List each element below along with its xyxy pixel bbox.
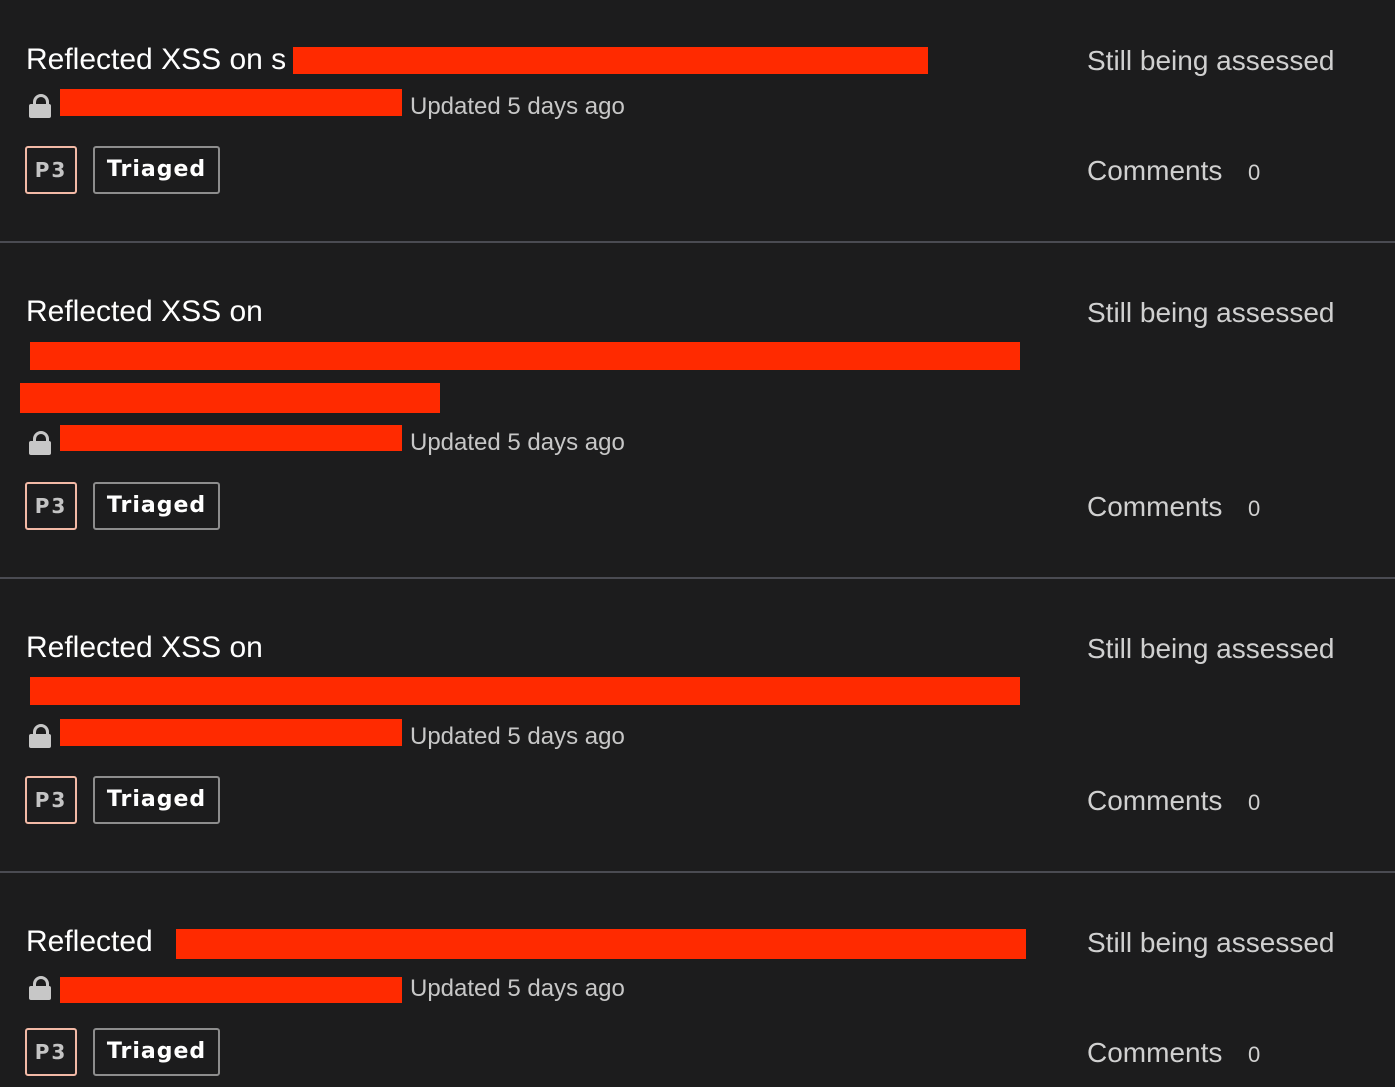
comments-count: 0: [1248, 496, 1261, 521]
report-title[interactable]: Reflected XSS on: [26, 295, 263, 329]
report-title[interactable]: Reflected XSS on: [26, 631, 263, 665]
lock-icon: [29, 94, 51, 118]
state-badge: Triaged: [93, 482, 220, 530]
priority-badge: P3: [25, 776, 77, 824]
state-badge: Triaged: [93, 776, 220, 824]
row-divider: [0, 241, 1395, 243]
row-divider: [0, 871, 1395, 873]
comments-label: Comments: [1087, 1037, 1223, 1068]
updated-timestamp: Updated 5 days ago: [410, 429, 625, 456]
redaction-bar: [176, 929, 1026, 959]
redaction-bar: [60, 977, 402, 1003]
redaction-bar: [30, 342, 1020, 370]
lock-icon: [29, 724, 51, 748]
comments-label: Comments: [1087, 491, 1223, 522]
updated-timestamp: Updated 5 days ago: [410, 93, 625, 120]
status-text: Still being assessed: [1087, 927, 1335, 958]
status-text: Still being assessed: [1087, 633, 1335, 664]
priority-badge: P3: [25, 1028, 77, 1076]
redaction-bar: [293, 47, 928, 74]
report-title[interactable]: Reflected: [26, 925, 153, 959]
comments-count: 0: [1248, 790, 1261, 815]
priority-badge: P3: [25, 482, 77, 530]
priority-badge: P3: [25, 146, 77, 194]
lock-icon: [29, 976, 51, 1000]
state-badge: Triaged: [93, 1028, 220, 1076]
redaction-bar: [60, 89, 402, 116]
comments-label: Comments: [1087, 785, 1223, 816]
updated-timestamp: Updated 5 days ago: [410, 723, 625, 750]
status-text: Still being assessed: [1087, 297, 1335, 328]
row-divider: [0, 577, 1395, 579]
redaction-bar: [30, 677, 1020, 705]
comments-count: 0: [1248, 1042, 1261, 1067]
lock-icon: [29, 431, 51, 455]
redaction-bar: [20, 383, 440, 413]
updated-timestamp: Updated 5 days ago: [410, 975, 625, 1002]
redaction-bar: [60, 425, 402, 451]
report-title[interactable]: Reflected XSS on s: [26, 43, 286, 77]
redaction-bar: [60, 719, 402, 746]
comments-count: 0: [1248, 160, 1261, 185]
comments-label: Comments: [1087, 155, 1223, 186]
status-text: Still being assessed: [1087, 45, 1335, 76]
state-badge: Triaged: [93, 146, 220, 194]
